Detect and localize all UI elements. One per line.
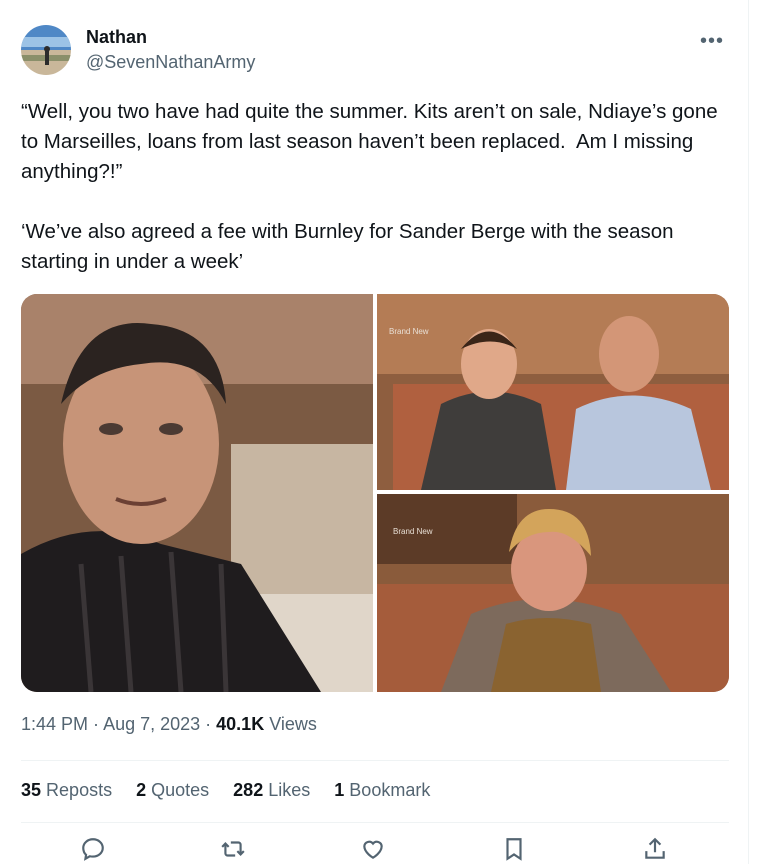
quotes-label: Quotes [151,780,210,800]
likes-label: Likes [268,780,311,800]
author-name[interactable]: Nathan [86,27,147,48]
reposts-stat[interactable]: 35 Reposts [21,780,112,801]
tweet-meta: 1:44 PM · Aug 7, 2023 · 40.1K Views [21,714,317,735]
share-icon[interactable] [642,836,670,864]
photo-bottom-right[interactable]: Brand New [377,494,729,692]
likes-stat[interactable]: 282 Likes [233,780,310,801]
frame-border [748,0,749,864]
reposts-label: Reposts [46,780,113,800]
meta-separator-1: · [88,714,104,734]
tweet-date[interactable]: Aug 7, 2023 [103,714,200,734]
meta-separator-2: · [200,714,217,734]
reply-icon[interactable] [80,836,108,864]
reposts-count: 35 [21,780,42,800]
divider-top [21,760,729,761]
engagement-stats: 35 Reposts 2 Quotes 282 Likes 1 Bookmark [21,780,454,801]
views-label: Views [269,714,317,734]
bookmarks-count: 1 [334,780,345,800]
photo-top-right[interactable]: Brand New [377,294,729,490]
divider-bottom [21,822,729,823]
watermark-text: Brand New [389,327,429,336]
quotes-stat[interactable]: 2 Quotes [136,780,209,801]
more-icon[interactable]: ••• [700,30,724,53]
media-grid[interactable]: Brand New Brand New [21,294,729,692]
tweet-text: “Well, you two have had quite the summer… [21,100,718,273]
repost-icon[interactable] [220,836,248,864]
bookmark-icon[interactable] [501,836,529,864]
watermark-text-2: Brand New [393,527,433,536]
avatar[interactable] [21,25,71,75]
bookmarks-label: Bookmark [349,780,431,800]
quotes-count: 2 [136,780,147,800]
action-bar [21,836,729,864]
bookmarks-stat[interactable]: 1 Bookmark [334,780,430,801]
views-count: 40.1K [216,714,265,734]
heart-icon[interactable] [360,836,388,864]
tweet-time[interactable]: 1:44 PM [21,714,88,734]
author-handle[interactable]: @SevenNathanArmy [86,52,255,73]
likes-count: 282 [233,780,264,800]
photo-left[interactable] [21,294,373,692]
